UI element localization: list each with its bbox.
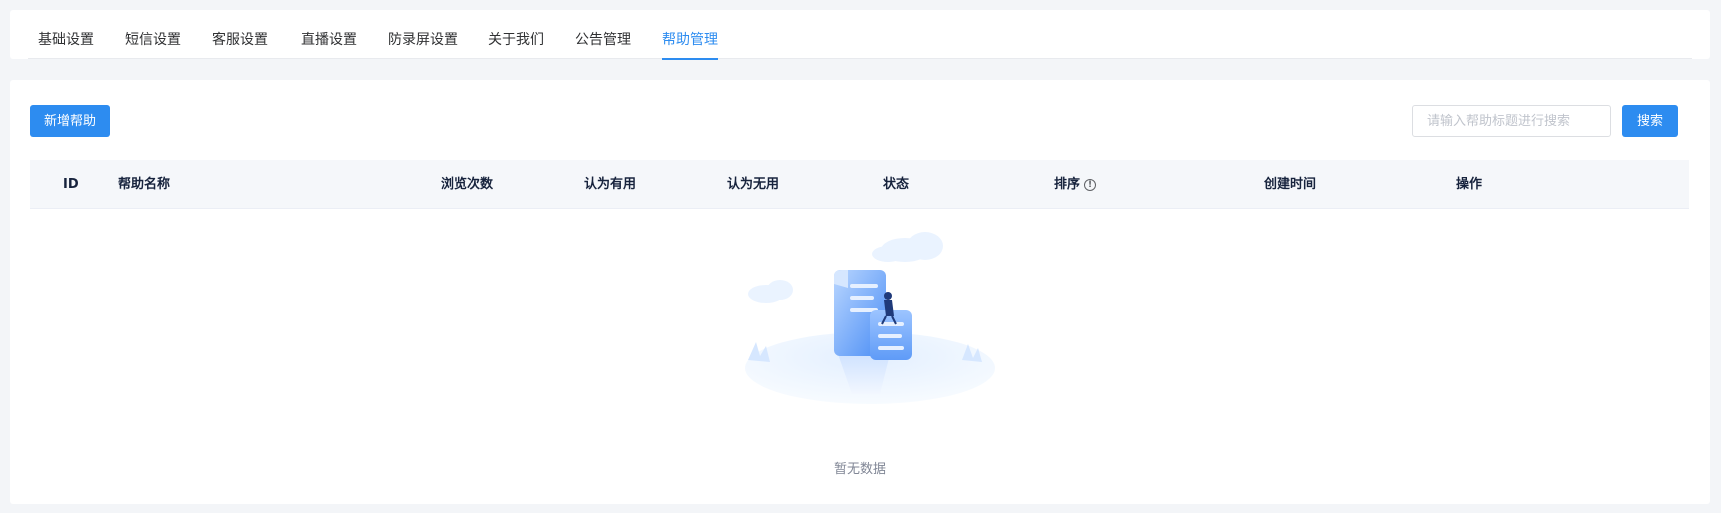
tab-customer-service-settings[interactable]: 客服设置 <box>212 10 268 59</box>
empty-data-illustration-icon <box>745 232 995 404</box>
column-header-sort[interactable]: 排序! <box>1054 160 1097 209</box>
help-management-panel: 新增帮助 搜索 ID 帮助名称 浏览次数 认为有用 认为无用 状态 排序! 创建… <box>10 80 1710 504</box>
tab-help-management[interactable]: 帮助管理 <box>662 10 718 60</box>
help-title-search-input[interactable] <box>1412 105 1611 137</box>
tab-about-us[interactable]: 关于我们 <box>488 10 544 59</box>
tab-anti-recording-settings[interactable]: 防录屏设置 <box>388 10 458 59</box>
column-header-status: 状态 <box>883 177 910 192</box>
column-header-help-name: 帮助名称 <box>118 177 171 192</box>
search-button[interactable]: 搜索 <box>1622 105 1678 137</box>
column-header-useless: 认为无用 <box>727 177 780 192</box>
add-help-button[interactable]: 新增帮助 <box>30 105 110 137</box>
column-header-useful: 认为有用 <box>584 177 637 192</box>
column-header-id: ID <box>63 177 79 192</box>
column-header-created-time: 创建时间 <box>1264 177 1317 192</box>
info-circle-icon[interactable]: ! <box>1084 179 1097 191</box>
tab-announcement-management[interactable]: 公告管理 <box>575 10 631 59</box>
empty-data-text: 暂无数据 <box>833 462 886 477</box>
tab-live-settings[interactable]: 直播设置 <box>301 10 357 59</box>
column-header-sort-label: 排序 <box>1054 177 1081 192</box>
settings-tabs-card: 基础设置 短信设置 客服设置 直播设置 防录屏设置 关于我们 公告管理 帮助管理 <box>10 10 1710 60</box>
column-header-actions: 操作 <box>1456 177 1483 192</box>
settings-tab-bar: 基础设置 短信设置 客服设置 直播设置 防录屏设置 关于我们 公告管理 帮助管理 <box>28 10 1692 60</box>
tab-sms-settings[interactable]: 短信设置 <box>125 10 181 59</box>
column-header-view-count: 浏览次数 <box>441 177 494 192</box>
tab-basic-settings[interactable]: 基础设置 <box>38 10 94 59</box>
help-table-header: ID 帮助名称 浏览次数 认为有用 认为无用 状态 排序! 创建时间 操作 <box>30 160 1689 209</box>
